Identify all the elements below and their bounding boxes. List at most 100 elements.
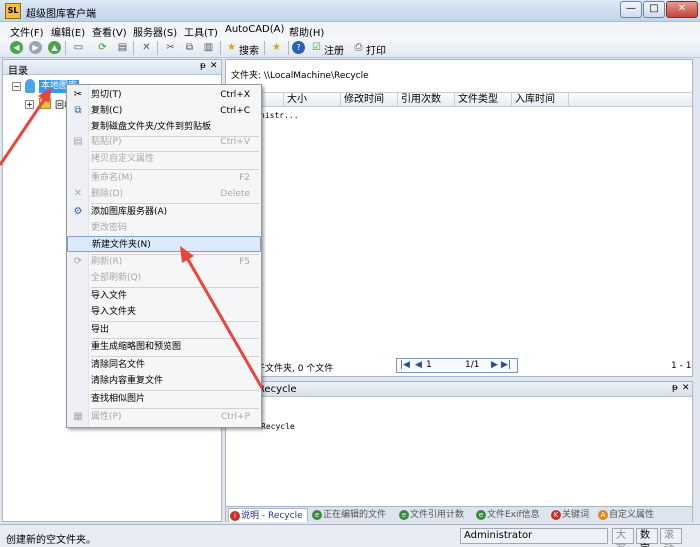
favorite-icon[interactable]: ★ <box>270 41 283 54</box>
tab-label: 正在编辑的文件 <box>323 510 387 520</box>
document-icon[interactable]: ▤ <box>116 41 129 54</box>
status-caps-lock: 大写 <box>612 528 634 547</box>
print-button[interactable]: 打印 <box>366 42 386 57</box>
tab-keywords[interactable]: K 关键词 <box>550 508 596 522</box>
menu-item-label: 粘贴(P) <box>91 137 122 147</box>
tab-label: 说明 - Recycle <box>241 511 303 521</box>
tab-description[interactable]: i 说明 - Recycle <box>228 508 308 522</box>
pin-icon[interactable]: ᵽ <box>200 61 206 71</box>
column-modified[interactable]: 修改时间 <box>341 93 398 107</box>
menu-item-import-folder[interactable]: 导入文件夹 <box>67 304 261 320</box>
menu-item-copy[interactable]: ⧉ 复制(C) Ctrl+C <box>67 103 261 119</box>
menu-item-label: 删除(D) <box>91 189 123 199</box>
menu-item-delete: ✕ 删除(D) Delete <box>67 186 261 202</box>
menu-item-clear-duplicate-names[interactable]: 清除同名文件 <box>67 357 261 373</box>
pin-icon[interactable]: ᵽ <box>672 383 678 393</box>
menu-view[interactable]: 查看(V) <box>92 24 127 39</box>
menu-item-import-file[interactable]: 导入文件 <box>67 288 261 304</box>
last-page-icon[interactable]: ▶| <box>501 360 511 370</box>
register-icon[interactable]: ☑ <box>310 41 323 54</box>
list-item[interactable]: nistr... <box>260 111 299 120</box>
cut-icon[interactable]: ✂ <box>164 41 177 54</box>
tab-label: 文件引用计数 <box>410 510 465 520</box>
menu-item-label: 拷贝自定义属性 <box>91 154 155 164</box>
menu-item-new-folder[interactable]: 新建文件夹(N) <box>67 236 261 252</box>
paste-icon[interactable]: ▥ <box>202 41 215 54</box>
status-message: 创建新的空文件夹。 <box>6 535 96 546</box>
tab-icon: K <box>551 510 561 520</box>
description-content: Recycle <box>261 422 295 431</box>
menu-item-label: 添加图库服务器(A) <box>91 207 168 217</box>
status-num-lock: 数字 <box>636 528 658 547</box>
page-input[interactable]: 1 <box>426 360 432 370</box>
menu-item-paste: ▤ 粘贴(P) Ctrl+V <box>67 134 261 150</box>
minimize-button[interactable]: — <box>620 1 642 18</box>
up-icon[interactable]: ▲ <box>48 41 61 54</box>
menu-item-rename: 重命名(M) F2 <box>67 170 261 186</box>
menu-item-cut[interactable]: ✂ 剪切(T) Ctrl+X <box>67 87 261 103</box>
pane-close-icon[interactable]: ✕ <box>210 61 218 71</box>
forward-icon[interactable]: ▶ <box>29 41 42 54</box>
tab-custom-attributes[interactable]: A 自定义属性 <box>597 508 659 522</box>
delete-icon[interactable]: ✕ <box>140 41 153 54</box>
column-header: 大小 修改时间 引用次数 文件类型 入库时间 <box>226 92 692 107</box>
close-button[interactable]: ✕ <box>666 1 698 18</box>
directory-pane-title: 目录 <box>8 66 28 77</box>
menu-item-shortcut: F5 <box>239 257 250 267</box>
tab-label: 关键词 <box>562 510 590 520</box>
back-icon[interactable]: ◀ <box>10 41 23 54</box>
first-page-icon[interactable]: |◀ <box>400 360 410 370</box>
tab-exif[interactable]: e 文件Exif信息 <box>475 508 549 522</box>
menu-item-label: 属性(P) <box>91 412 122 422</box>
maximize-button[interactable]: □ <box>643 1 665 18</box>
menu-edit[interactable]: 编辑(E) <box>51 24 85 39</box>
delete-icon: ✕ <box>73 188 83 199</box>
search-icon[interactable]: ★ <box>225 41 238 54</box>
window-title: 超级图库客户端 <box>26 9 96 20</box>
menu-item-label: 重命名(M) <box>91 173 133 183</box>
tab-file-ref-count[interactable]: e 文件引用计数 <box>398 508 474 522</box>
info-icon: i <box>230 511 240 521</box>
menu-file[interactable]: 文件(F) <box>10 24 44 39</box>
tree-collapse-icon[interactable]: − <box>12 82 21 91</box>
status-user: Administrator <box>460 528 608 544</box>
search-button[interactable]: 搜索 <box>239 42 259 57</box>
page-total: 1/1 <box>465 360 480 370</box>
column-size[interactable]: 大小 <box>284 93 341 107</box>
toolbar-separator <box>220 41 221 55</box>
refresh-icon[interactable]: ⟳ <box>96 41 109 54</box>
paste-icon: ▤ <box>73 136 83 147</box>
menu-item-clear-duplicate-content[interactable]: 清除内容重复文件 <box>67 373 261 389</box>
tab-editing-files[interactable]: e 正在编辑的文件 <box>311 508 397 522</box>
status-scroll-lock: 滚动 <box>660 528 682 547</box>
tree-expand-icon[interactable]: + <box>25 100 34 109</box>
tab-label: 自定义属性 <box>609 510 655 520</box>
menu-item-refresh-all: 全部刷新(Q) <box>67 270 261 286</box>
prev-page-icon[interactable]: ◀ <box>415 360 422 370</box>
next-page-icon[interactable]: ▶ <box>491 360 498 370</box>
menu-item-add-server[interactable]: ⚙ 添加图库服务器(A) <box>67 204 261 220</box>
properties-icon: ▦ <box>73 411 83 422</box>
menu-item-regenerate-thumbnails[interactable]: 重生成缩略图和预览图 <box>67 339 261 355</box>
menu-item-label: 导入文件夹 <box>91 307 137 317</box>
folder-icon[interactable]: ▭ <box>72 41 85 54</box>
menu-item-copy-disk-to-clipboard[interactable]: 复制磁盘文件夹/文件到剪贴板 <box>67 119 261 135</box>
pane-close-icon[interactable]: ✕ <box>682 383 690 393</box>
menu-item-export[interactable]: 导出 <box>67 322 261 338</box>
menu-server[interactable]: 服务器(S) <box>133 24 177 39</box>
toolbar-separator <box>288 41 289 55</box>
menu-help[interactable]: 帮助(H) <box>289 24 324 39</box>
print-icon[interactable]: ⎙ <box>352 41 365 54</box>
register-button[interactable]: 注册 <box>324 42 344 57</box>
menu-autocad[interactable]: AutoCAD(A) <box>225 24 284 35</box>
menu-item-find-similar[interactable]: 查找相似图片 <box>67 391 261 407</box>
menu-tools[interactable]: 工具(T) <box>184 24 218 39</box>
menu-item-shortcut: Ctrl+X <box>220 90 250 100</box>
column-ref-count[interactable]: 引用次数 <box>398 93 455 107</box>
column-file-type[interactable]: 文件类型 <box>455 93 512 107</box>
column-import-time[interactable]: 入库时间 <box>512 93 569 107</box>
copy-icon: ⧉ <box>74 105 82 116</box>
copy-icon[interactable]: ⧉ <box>183 41 196 54</box>
help-icon[interactable]: ? <box>292 41 305 54</box>
description-pane-header: Recycle ᵽ ✕ <box>226 382 692 397</box>
